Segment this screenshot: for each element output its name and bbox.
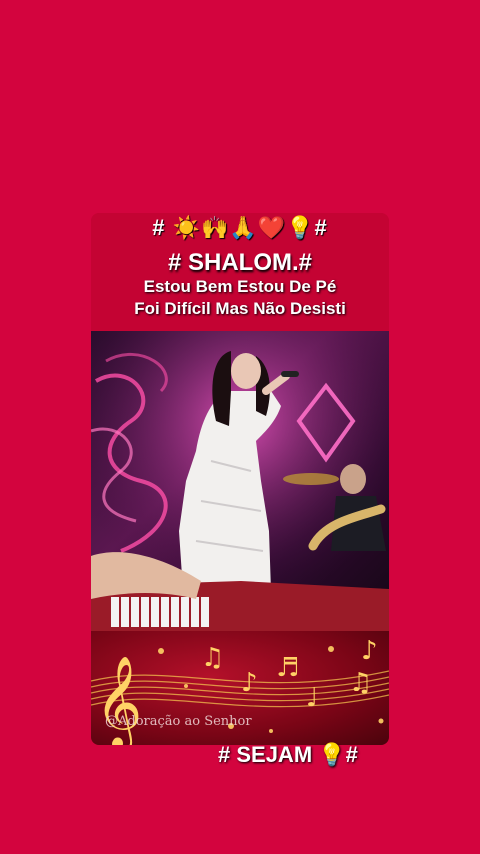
post-card: # ☀️🙌🙏❤️💡# # SHALOM.# Estou Bem Estou De… — [91, 213, 389, 745]
concert-photo — [91, 331, 389, 631]
svg-text:♬: ♬ — [276, 653, 299, 683]
post-title: # SHALOM.# — [167, 249, 313, 276]
svg-text:𝄞: 𝄞 — [95, 655, 142, 745]
page: { "header": { "emoji_line": "# ☀️🙌🙏❤️💡#"… — [0, 0, 480, 854]
svg-text:♫: ♫ — [349, 668, 372, 698]
svg-text:♪: ♪ — [361, 636, 378, 666]
footer-hashtag: # SEJAM 💡# — [218, 742, 358, 767]
watermark-text: @Adoração ao Senhor — [105, 714, 252, 729]
svg-text:♪: ♪ — [241, 668, 258, 698]
svg-text:♫: ♫ — [201, 643, 224, 673]
emoji-hashtag-line: # ☀️🙌🙏❤️💡# — [152, 215, 328, 240]
concert-scene-illustration — [91, 331, 389, 631]
svg-text:♩: ♩ — [306, 683, 318, 713]
subtitle-line-2: Foi Difícil Mas Não Desisti — [134, 299, 346, 318]
subtitle-line-1: Estou Bem Estou De Pé — [143, 277, 337, 296]
music-notes-banner: 𝄞 ♫ ♪ ♬ ♩ ♫ ♪ @Adoração ao Senhor — [91, 631, 389, 745]
caption-header: # ☀️🙌🙏❤️💡# # SHALOM.# Estou Bem Estou De… — [91, 213, 389, 331]
